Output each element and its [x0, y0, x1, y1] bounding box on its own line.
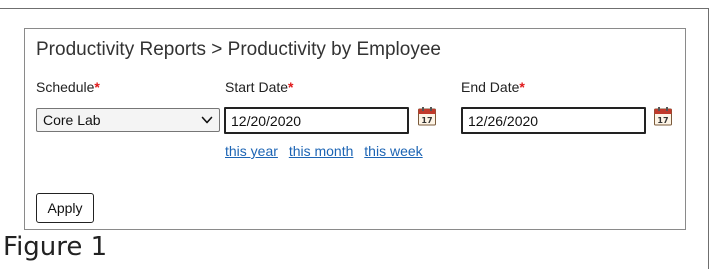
schedule-selected-value: Core Lab — [43, 112, 101, 128]
calendar-icon[interactable]: 17 — [653, 106, 673, 126]
link-this-year[interactable]: this year — [225, 143, 278, 159]
end-date-label: End Date* — [461, 79, 525, 95]
page-title: Productivity Reports > Productivity by E… — [36, 39, 441, 60]
required-mark: * — [94, 79, 100, 95]
end-date-value: 12/26/2020 — [468, 112, 539, 129]
start-date-label: Start Date* — [225, 79, 293, 95]
start-date-label-text: Start Date — [225, 79, 289, 95]
required-mark: * — [288, 79, 294, 95]
link-this-month[interactable]: this month — [289, 143, 354, 159]
start-date-value: 12/20/2020 — [231, 112, 302, 129]
apply-button[interactable]: Apply — [36, 193, 94, 223]
schedule-label-text: Schedule — [36, 79, 95, 95]
quick-range-links: this year this month this week — [225, 143, 430, 159]
svg-text:17: 17 — [657, 116, 668, 125]
end-date-input[interactable]: 12/26/2020 — [461, 107, 646, 134]
required-mark: * — [519, 79, 525, 95]
chevron-down-icon — [201, 116, 213, 124]
figure-caption: Figure 1 — [3, 232, 108, 262]
link-this-week[interactable]: this week — [364, 143, 422, 159]
report-panel: Productivity Reports > Productivity by E… — [24, 28, 686, 230]
calendar-icon[interactable]: 17 — [417, 106, 437, 126]
schedule-label: Schedule* — [36, 79, 100, 95]
start-date-input[interactable]: 12/20/2020 — [224, 107, 409, 134]
schedule-select[interactable]: Core Lab — [36, 108, 220, 132]
end-date-label-text: End Date — [461, 79, 520, 95]
svg-text:17: 17 — [421, 116, 432, 125]
